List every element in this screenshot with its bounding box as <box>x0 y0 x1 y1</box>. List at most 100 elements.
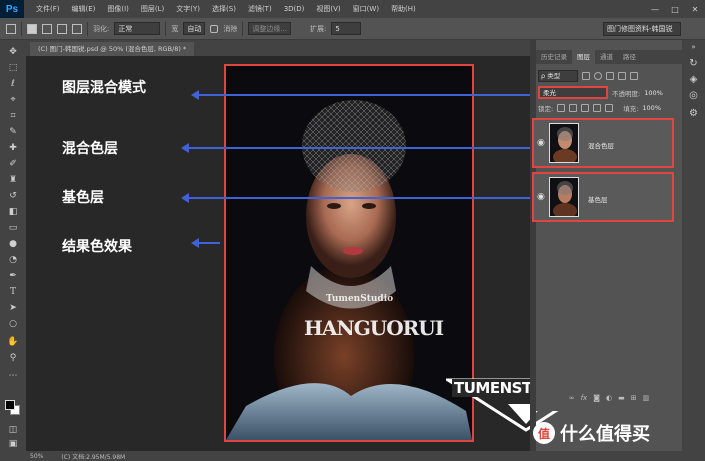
auto-button[interactable]: 自动 <box>183 22 206 35</box>
lasso-tool-icon[interactable]: ℓ <box>7 78 19 90</box>
quick-mask-icon[interactable]: ◫ <box>7 424 19 436</box>
layer-thumbnail <box>549 177 579 217</box>
brush-tool-icon[interactable]: ✐ <box>7 158 19 170</box>
menu-layer[interactable]: 图层(L) <box>135 4 170 14</box>
layer-name[interactable]: 基色层 <box>588 194 608 204</box>
tab-layers[interactable]: 图层 <box>572 50 595 64</box>
new-layer-icon[interactable]: ⊞ <box>631 394 637 402</box>
layer-row[interactable]: ◉ 基色层 <box>532 172 674 222</box>
close-icon[interactable]: ✕ <box>685 5 705 14</box>
dodge-tool-icon[interactable]: ◔ <box>7 254 19 266</box>
crop-tool-icon[interactable]: ⌗ <box>7 110 19 122</box>
shape-tool-icon[interactable]: ○ <box>7 318 19 330</box>
menu-3d[interactable]: 3D(D) <box>278 5 311 13</box>
clone-stamp-icon[interactable]: ♜ <box>7 174 19 186</box>
arrow-result <box>191 238 220 248</box>
layer-kind-select[interactable]: ρ 类型 <box>538 70 578 82</box>
filter-pixel-icon[interactable] <box>582 72 590 80</box>
tab-channels[interactable]: 通道 <box>595 50 618 64</box>
visibility-eye-icon[interactable]: ◉ <box>537 192 545 202</box>
menu-help[interactable]: 帮助(H) <box>385 4 422 14</box>
menu-window[interactable]: 窗口(W) <box>347 4 385 14</box>
screen-mode-icon[interactable]: ▣ <box>7 438 19 450</box>
document-photo: TumenStudio HANGUORUI <box>224 64 474 442</box>
layer-name[interactable]: 混合色层 <box>588 140 614 150</box>
document-info[interactable]: (C) 文档:2.95M/5.98M <box>61 452 125 461</box>
filter-shape-icon[interactable] <box>618 72 626 80</box>
tab-history[interactable]: 历史记录 <box>536 50 572 64</box>
quick-select-icon[interactable]: ⌖ <box>7 94 19 106</box>
blend-mode-select[interactable]: 柔光 <box>538 86 608 99</box>
divider <box>87 21 88 36</box>
window-controls: — □ ✕ <box>645 5 705 14</box>
annotation-result: 结果色效果 <box>62 239 132 255</box>
subtract-selection-icon[interactable] <box>57 23 67 34</box>
collapse-icon[interactable]: » <box>688 42 699 53</box>
lock-transparent-icon[interactable] <box>557 104 566 112</box>
style-select[interactable]: 正常 <box>114 22 161 35</box>
minimize-icon[interactable]: — <box>645 5 665 14</box>
tab-paths[interactable]: 路径 <box>618 50 641 64</box>
filter-adjust-icon[interactable] <box>594 72 602 80</box>
menu-edit[interactable]: 编辑(E) <box>66 4 102 14</box>
mask-icon[interactable]: ◙ <box>593 394 600 402</box>
history-brush-icon[interactable]: ↺ <box>7 190 19 202</box>
move-tool-icon[interactable]: ✥ <box>7 46 19 58</box>
more-tools-icon[interactable]: ⋯ <box>7 370 19 382</box>
document-tab[interactable]: (C) 图门-韩国锐.psd @ 50% (混合色层, RGB/8) * <box>30 42 195 56</box>
marquee-preset-icon[interactable] <box>6 23 16 34</box>
history-icon[interactable]: ↻ <box>688 58 699 69</box>
visibility-eye-icon[interactable]: ◉ <box>537 138 545 148</box>
fill-value[interactable]: 100% <box>642 104 661 112</box>
zoom-level[interactable]: 50% <box>30 453 43 460</box>
layers-panel-footer: ∞ fx ◙ ◐ ▬ ⊞ ▥ <box>536 390 682 406</box>
watermark-badge: 值 <box>533 422 555 444</box>
menu-image[interactable]: 图像(I) <box>101 4 135 14</box>
divider <box>165 21 167 36</box>
menu-file[interactable]: 文件(F) <box>30 4 66 14</box>
eraser-tool-icon[interactable]: ◧ <box>7 206 19 218</box>
blur-tool-icon[interactable]: ● <box>7 238 19 250</box>
opacity-value[interactable]: 100% <box>644 89 663 97</box>
add-selection-icon[interactable] <box>42 23 52 34</box>
healing-brush-icon[interactable]: ✚ <box>7 142 19 154</box>
lock-pixels-icon[interactable] <box>569 104 578 112</box>
menu-type[interactable]: 文字(Y) <box>170 4 206 14</box>
new-selection-icon[interactable] <box>27 23 37 34</box>
adjustments-icon[interactable]: ⚙ <box>688 108 699 119</box>
menu-view[interactable]: 视图(V) <box>310 4 346 14</box>
folder-icon[interactable]: ▬ <box>618 394 625 402</box>
lock-all-icon[interactable] <box>605 104 614 112</box>
refine-edge-button[interactable]: 调整边缘... <box>248 22 292 35</box>
layers-panel: 历史记录 图层 通道 路径 ρ 类型 柔光 不透明度: 100% 锁定: 填充:… <box>532 50 682 411</box>
workspace-select[interactable]: 图门修图资料-韩国锐 <box>603 22 681 36</box>
maximize-icon[interactable]: □ <box>665 5 685 14</box>
filter-smart-icon[interactable] <box>630 72 638 80</box>
menu-filter[interactable]: 滤镜(T) <box>242 4 278 14</box>
hand-tool-icon[interactable]: ✋ <box>7 336 19 348</box>
channels-icon[interactable]: ◎ <box>688 90 699 101</box>
gradient-tool-icon[interactable]: ▭ <box>7 222 19 234</box>
pen-tool-icon[interactable]: ✒ <box>7 270 19 282</box>
link-icon[interactable]: ∞ <box>569 394 575 402</box>
expand-input[interactable]: 5 <box>331 22 362 35</box>
fx-icon[interactable]: fx <box>581 394 588 402</box>
document-tab-bar: (C) 图门-韩国锐.psd @ 50% (混合色层, RGB/8) * <box>26 40 530 56</box>
lock-position-icon[interactable] <box>581 104 590 112</box>
layers-icon[interactable]: ◈ <box>688 74 699 85</box>
intersect-selection-icon[interactable] <box>72 23 82 34</box>
filter-type-icon[interactable] <box>606 72 614 80</box>
layer-row[interactable]: ◉ 混合色层 <box>532 118 674 168</box>
panel-tabs: 历史记录 图层 通道 路径 <box>536 50 682 64</box>
zoom-tool-icon[interactable]: ⚲ <box>7 352 19 364</box>
antialias-checkbox[interactable] <box>210 24 219 33</box>
lock-artboard-icon[interactable] <box>593 104 602 112</box>
eyedropper-icon[interactable]: ✎ <box>7 126 19 138</box>
type-tool-icon[interactable]: T <box>7 286 19 298</box>
path-select-icon[interactable]: ➤ <box>7 302 19 314</box>
menu-select[interactable]: 选择(S) <box>206 4 242 14</box>
marquee-tool-icon[interactable]: ⬚ <box>7 62 19 74</box>
adjustment-icon[interactable]: ◐ <box>606 394 612 402</box>
trash-icon[interactable]: ▥ <box>643 394 650 402</box>
foreground-color-swatch[interactable] <box>5 400 15 410</box>
